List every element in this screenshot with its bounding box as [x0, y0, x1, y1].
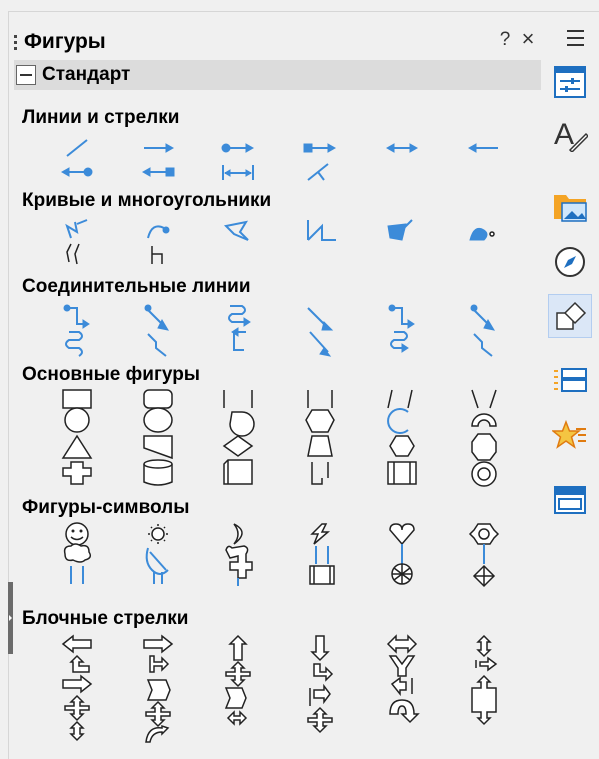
svg-text:A: A	[554, 118, 574, 151]
sidebar-menu-icon[interactable]	[563, 25, 589, 51]
panel-title: Фигуры	[24, 30, 106, 53]
section-title-symbol-shapes: Фигуры-символы	[22, 497, 190, 518]
slide-transition-icon	[554, 368, 587, 392]
sidebar-properties-button[interactable]	[548, 60, 592, 104]
shape-blockarrow-col5[interactable]	[372, 634, 432, 744]
shape-connector-line-circle[interactable]	[454, 302, 514, 358]
shape-connector-straight[interactable]	[290, 302, 350, 358]
shape-freeform-line[interactable]	[47, 218, 107, 268]
shape-basic-col4[interactable]	[290, 388, 350, 488]
properties-icon	[554, 66, 586, 98]
shape-blockarrow-col2[interactable]	[128, 634, 188, 744]
section-title-basic-shapes: Основные фигуры	[22, 364, 201, 385]
shape-line-45[interactable]	[290, 162, 350, 182]
shape-line-arrow-square[interactable]	[128, 162, 188, 182]
shape-basic-col6[interactable]	[454, 388, 514, 488]
shape-line-arrow-end[interactable]	[128, 138, 188, 158]
shape-line-circle-arrow[interactable]	[208, 138, 268, 158]
shape-basic-col3[interactable]	[208, 388, 268, 488]
shape-blockarrow-col3[interactable]	[208, 634, 268, 744]
shape-blockarrow-col6[interactable]	[454, 634, 514, 744]
shape-connector-line[interactable]	[128, 302, 188, 358]
gallery-icon	[554, 195, 587, 222]
shape-connector-ends-circle[interactable]	[372, 302, 432, 358]
shape-line[interactable]	[47, 138, 107, 158]
shape-polygon[interactable]	[208, 218, 268, 268]
shape-symbol-col6[interactable]	[454, 522, 514, 588]
shape-line-arrow-circle[interactable]	[47, 162, 107, 182]
shape-curve[interactable]	[128, 218, 188, 268]
shape-dimension-line[interactable]	[208, 162, 268, 182]
shape-line-arrows-both[interactable]	[372, 138, 432, 158]
shapes-icon	[556, 301, 587, 330]
section-title-block-arrows: Блочные стрелки	[22, 608, 189, 629]
section-title-curves-polygons: Кривые и многоугольники	[22, 190, 272, 211]
shape-symbol-col5[interactable]	[372, 522, 432, 586]
category-label: Стандарт	[42, 64, 131, 85]
sidebar-gallery-button[interactable]	[548, 184, 592, 228]
shape-blockarrow-col4[interactable]	[290, 634, 350, 744]
shape-symbol-col3[interactable]	[208, 522, 268, 586]
shape-blockarrow-col1[interactable]	[47, 634, 107, 744]
shape-line-arrow-start[interactable]	[454, 138, 514, 158]
sidebar-shapes-button[interactable]	[548, 294, 592, 338]
drag-grip-icon[interactable]	[14, 34, 18, 50]
shape-polygon-45[interactable]	[290, 218, 350, 268]
shape-connector-standard[interactable]	[47, 302, 107, 358]
sidebar-slide-transition-button[interactable]	[548, 358, 592, 402]
shape-basic-col1[interactable]	[47, 388, 107, 488]
master-slides-icon	[554, 486, 586, 514]
shape-symbol-col1[interactable]	[47, 522, 107, 586]
animation-icon	[552, 419, 586, 449]
shape-symbol-col2[interactable]	[128, 522, 188, 586]
sidebar-master-slides-button[interactable]	[548, 478, 592, 522]
help-button[interactable]: ?	[494, 29, 516, 51]
navigator-icon	[555, 247, 585, 277]
sidebar-animation-button[interactable]	[548, 414, 592, 458]
close-button[interactable]: ×	[516, 26, 540, 52]
shape-line-square-arrow[interactable]	[290, 138, 350, 158]
sidebar-navigator-button[interactable]	[548, 240, 592, 284]
section-title-lines-arrows: Линии и стрелки	[22, 107, 180, 128]
styles-icon: A	[554, 118, 588, 152]
shape-symbol-col4[interactable]	[290, 522, 350, 586]
sidebar-styles-button[interactable]: A	[548, 112, 592, 156]
shape-basic-col2[interactable]	[128, 388, 188, 488]
panel-header: Фигуры	[14, 28, 106, 56]
shape-filled-curve[interactable]	[454, 218, 514, 268]
shape-basic-col5[interactable]	[372, 388, 432, 488]
section-title-connectors: Соединительные линии	[22, 276, 251, 297]
shape-connector-curved[interactable]	[208, 302, 268, 358]
deck-resize-handle[interactable]	[8, 582, 13, 654]
category-header-standard[interactable]: Стандарт	[14, 60, 541, 90]
collapse-icon[interactable]	[16, 65, 36, 85]
shape-filled-polygon[interactable]	[372, 218, 432, 268]
